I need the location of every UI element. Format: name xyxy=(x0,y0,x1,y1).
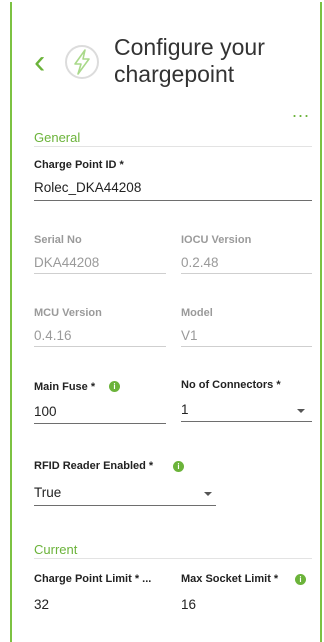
section-title-current: Current xyxy=(34,542,78,557)
max-socket-limit-input[interactable]: 16 xyxy=(181,597,196,612)
more-options-icon[interactable]: ... xyxy=(292,102,310,120)
mcu-version-label: MCU Version xyxy=(34,307,102,319)
page-title-line1: Configure your xyxy=(114,34,265,60)
charge-point-id-input[interactable]: Rolec_DKA44208 xyxy=(34,180,141,195)
section-title-general: General xyxy=(34,130,81,145)
rfid-reader-enabled-select[interactable]: True xyxy=(34,485,61,500)
page-title-line2: chargepoint xyxy=(114,61,235,87)
serial-no-label: Serial No xyxy=(34,234,82,246)
header: ‹ Configure your chargepoint xyxy=(34,34,314,94)
charge-point-limit-label: Charge Point Limit * ... xyxy=(34,573,152,585)
iocu-version-field: 0.2.48 xyxy=(181,255,219,270)
no-of-connectors-underline xyxy=(181,421,312,422)
lightning-bolt-icon xyxy=(65,45,99,79)
main-fuse-label: Main Fuse * xyxy=(34,381,96,393)
chevron-down-icon[interactable] xyxy=(297,409,305,413)
charge-point-limit-input[interactable]: 32 xyxy=(34,597,49,612)
iocu-version-underline xyxy=(181,273,312,274)
info-icon[interactable]: i xyxy=(109,381,120,392)
section-divider xyxy=(34,146,312,147)
main-fuse-input[interactable]: 100 xyxy=(34,404,57,419)
info-icon[interactable]: i xyxy=(173,461,184,472)
chevron-down-icon[interactable] xyxy=(204,492,212,496)
serial-no-underline xyxy=(34,273,166,274)
page-title: Configure your chargepoint xyxy=(114,34,314,88)
no-of-connectors-label: No of Connectors * xyxy=(181,379,281,391)
max-socket-limit-label: Max Socket Limit * xyxy=(181,573,279,585)
model-label: Model xyxy=(181,307,213,319)
mcu-version-underline xyxy=(34,346,166,347)
mcu-version-field: 0.4.16 xyxy=(34,328,72,343)
charge-point-id-underline xyxy=(34,200,312,201)
back-chevron-icon[interactable]: ‹ xyxy=(34,44,56,80)
section-divider xyxy=(34,558,312,559)
main-fuse-underline xyxy=(34,423,166,424)
model-underline xyxy=(181,346,312,347)
rfid-reader-enabled-underline xyxy=(34,505,216,506)
rfid-reader-enabled-label: RFID Reader Enabled * xyxy=(34,460,154,472)
serial-no-field: DKA44208 xyxy=(34,255,100,270)
charge-point-id-label: Charge Point ID * xyxy=(34,159,124,171)
info-icon[interactable]: i xyxy=(295,574,306,585)
iocu-version-label: IOCU Version xyxy=(181,234,252,246)
model-field: V1 xyxy=(181,328,198,343)
no-of-connectors-select[interactable]: 1 xyxy=(181,402,189,417)
